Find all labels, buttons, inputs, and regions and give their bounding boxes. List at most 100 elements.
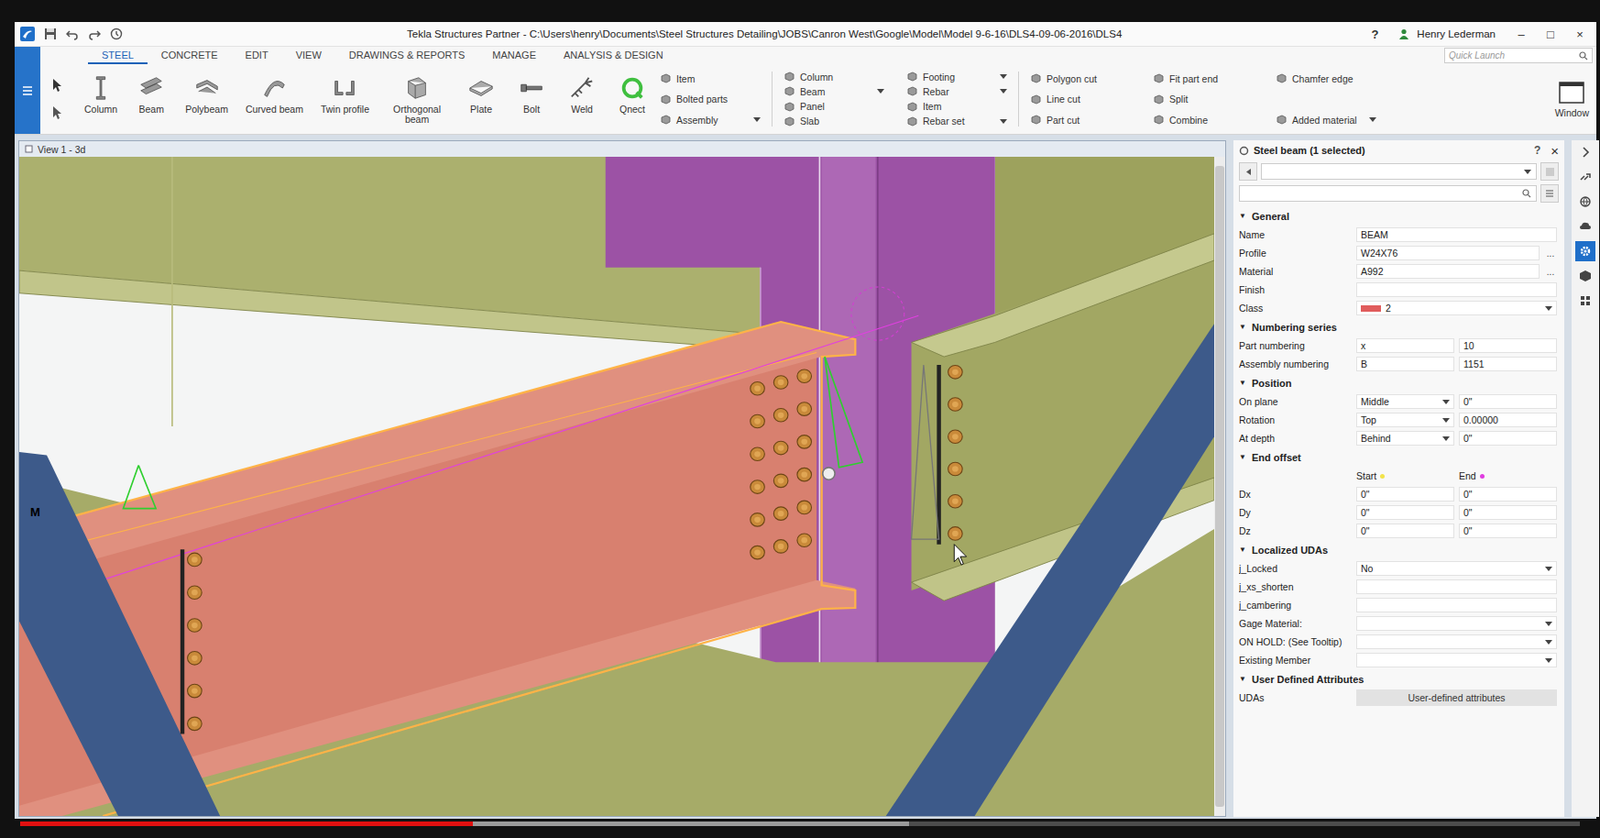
small-tool[interactable]: Item	[659, 72, 761, 85]
tool-button[interactable]: Beam	[134, 74, 168, 115]
bolt[interactable]	[773, 473, 789, 488]
class-select[interactable]: 2	[1356, 300, 1557, 316]
browse-button[interactable]: ...	[1544, 248, 1557, 259]
small-tool[interactable]: Slab	[783, 115, 885, 128]
small-tool[interactable]: Split	[1152, 93, 1254, 106]
tool-button[interactable]: Weld	[565, 74, 599, 115]
bolt[interactable]	[797, 533, 812, 548]
small-tool[interactable]: Combine	[1152, 113, 1254, 126]
side-tool[interactable]	[1575, 290, 1596, 311]
text-field[interactable]	[1356, 282, 1557, 297]
bolt[interactable]	[773, 440, 789, 455]
bolt[interactable]	[797, 435, 812, 450]
text-field[interactable]: 0"	[1356, 486, 1455, 502]
uda-button[interactable]: User-defined attributes	[1356, 689, 1557, 706]
section-header[interactable]: ▼ General	[1238, 206, 1565, 226]
small-tool[interactable]: Item	[906, 100, 1008, 113]
text-field[interactable]: 0"	[1356, 523, 1455, 538]
option-select[interactable]: Middle	[1356, 394, 1455, 409]
property-search[interactable]	[1238, 185, 1537, 202]
option-select[interactable]: No	[1356, 560, 1557, 576]
bolt[interactable]	[187, 552, 203, 567]
attribute-set-select[interactable]	[1260, 163, 1537, 180]
dropdown-caret-icon[interactable]	[876, 88, 885, 94]
text-field[interactable]: BEAM	[1356, 227, 1557, 242]
panel-menu-button[interactable]	[1540, 184, 1559, 203]
ribbon-tab[interactable]: VIEW	[282, 47, 336, 65]
ribbon-tab[interactable]: DRAWINGS & REPORTS	[335, 47, 480, 65]
text-field[interactable]: 0"	[1458, 523, 1557, 538]
redo-icon[interactable]	[87, 27, 101, 41]
tool-button[interactable]: Twin profile	[320, 74, 370, 115]
text-field[interactable]: B	[1356, 356, 1455, 372]
dropdown-caret-icon[interactable]	[1369, 117, 1377, 122]
side-tool[interactable]	[1575, 191, 1596, 212]
small-tool[interactable]: Added material	[1275, 113, 1377, 126]
bolt[interactable]	[773, 506, 789, 521]
text-field[interactable]: 0"	[1458, 504, 1557, 520]
selected-beam-web[interactable]	[19, 349, 817, 816]
text-field[interactable]	[1356, 597, 1557, 613]
text-field[interactable]: x	[1356, 338, 1455, 353]
option-select[interactable]	[1356, 615, 1557, 631]
bolt[interactable]	[750, 513, 766, 527]
section-toggle[interactable]: ▼	[1238, 322, 1249, 331]
bolt[interactable]	[948, 397, 964, 412]
window-control[interactable]: □	[1539, 27, 1562, 42]
side-tool[interactable]	[1575, 216, 1596, 237]
tool-button[interactable]: Plate	[464, 74, 498, 115]
text-field[interactable]: 1151	[1458, 356, 1557, 372]
file-menu[interactable]	[14, 46, 41, 134]
text-field[interactable]: 10	[1458, 338, 1557, 353]
side-tool[interactable]	[1575, 265, 1596, 286]
bolt[interactable]	[750, 381, 766, 395]
bolt[interactable]	[797, 467, 812, 482]
bolt[interactable]	[948, 526, 964, 541]
dropdown-caret-icon[interactable]	[999, 88, 1008, 94]
small-tool[interactable]: Rebar set	[906, 115, 1008, 128]
text-field[interactable]: 0"	[1458, 486, 1557, 502]
tool-button[interactable]: Qnect	[615, 74, 649, 115]
bolt[interactable]	[948, 493, 964, 508]
bolt[interactable]	[187, 651, 203, 666]
bolt[interactable]	[187, 618, 203, 633]
bolt[interactable]	[773, 375, 789, 390]
text-field[interactable]: 0"	[1458, 430, 1557, 446]
bolt[interactable]	[797, 500, 812, 515]
side-tool[interactable]	[1575, 142, 1596, 163]
section-toggle[interactable]: ▼	[1238, 545, 1249, 554]
small-tool[interactable]: Rebar	[906, 85, 1008, 98]
vertical-scrollbar[interactable]	[1214, 156, 1226, 816]
bolt[interactable]	[750, 545, 766, 559]
text-field[interactable]	[1356, 579, 1557, 594]
option-select[interactable]	[1356, 634, 1557, 649]
small-tool[interactable]: Footing	[906, 70, 1008, 83]
select-options-icon[interactable]	[49, 104, 66, 121]
dropdown-caret-icon[interactable]	[753, 117, 761, 122]
view-tab[interactable]: View 1 - 3d	[19, 141, 1226, 157]
small-tool[interactable]: Polygon cut	[1030, 72, 1131, 85]
ribbon-tab[interactable]: EDIT	[231, 47, 283, 65]
progress-track[interactable]	[20, 821, 1580, 826]
scroll-thumb[interactable]	[1215, 165, 1225, 807]
menu-icon[interactable]	[21, 84, 34, 98]
text-field[interactable]: A992	[1356, 263, 1540, 279]
bolt[interactable]	[948, 461, 964, 476]
bolt[interactable]	[750, 480, 766, 494]
bolt[interactable]	[773, 408, 789, 423]
work-point[interactable]	[822, 467, 835, 480]
ribbon-tab[interactable]: CONCRETE	[147, 47, 232, 65]
ribbon-tab[interactable]: MANAGE	[478, 47, 550, 65]
small-tool[interactable]: Column	[783, 70, 885, 83]
tool-button[interactable]: Column	[84, 74, 118, 115]
text-field[interactable]: 0"	[1356, 504, 1455, 520]
bolt[interactable]	[948, 429, 964, 444]
option-select[interactable]	[1356, 652, 1557, 668]
tool-button[interactable]: Orthogonal beam	[386, 74, 448, 125]
text-field[interactable]: 0.00000	[1458, 412, 1557, 428]
tool-button[interactable]: Curved beam	[245, 74, 304, 115]
help-button[interactable]: ?	[1370, 27, 1379, 42]
section-header[interactable]: ▼ End offset	[1238, 447, 1565, 467]
small-tool[interactable]: Panel	[783, 100, 885, 113]
user-name[interactable]: Henry Lederman	[1416, 28, 1496, 40]
